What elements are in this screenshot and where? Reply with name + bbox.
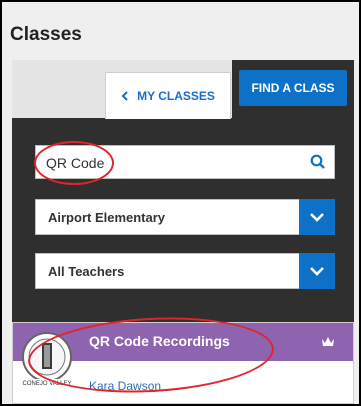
school-select[interactable]: Airport Elementary <box>35 199 335 235</box>
class-result-card[interactable]: CONEJO VALLEY QR Code Recordings Kara Da… <box>12 322 354 404</box>
tab-bar: MY CLASSES FIND A CLASS <box>12 60 354 119</box>
class-title: QR Code Recordings <box>89 333 230 349</box>
crown-icon <box>321 335 335 353</box>
page-title: Classes <box>10 24 82 45</box>
chevron-down-icon[interactable] <box>299 253 335 289</box>
svg-text:CONEJO VALLEY: CONEJO VALLEY <box>23 381 72 387</box>
teacher-select-value: All Teachers <box>48 264 125 279</box>
classes-panel: Classes MY CLASSES FIND A CLASS Airport … <box>0 0 361 406</box>
chevron-left-icon <box>121 88 129 104</box>
tab-my-classes-label: MY CLASSES <box>137 89 215 103</box>
tab-find-a-class: FIND A CLASS <box>232 60 354 118</box>
search-icon[interactable] <box>310 154 326 170</box>
school-select-value: Airport Elementary <box>48 210 166 225</box>
tab-my-classes[interactable]: MY CLASSES <box>105 72 231 119</box>
chevron-down-icon[interactable] <box>299 199 335 235</box>
search-box <box>35 145 335 180</box>
school-logo: CONEJO VALLEY <box>19 331 75 387</box>
find-a-class-button[interactable]: FIND A CLASS <box>239 70 347 106</box>
teacher-select[interactable]: All Teachers <box>35 253 335 289</box>
teacher-name[interactable]: Kara Dawson <box>89 379 161 393</box>
class-finder-card: MY CLASSES FIND A CLASS Airport Elementa… <box>12 60 354 404</box>
search-input[interactable] <box>44 146 298 180</box>
